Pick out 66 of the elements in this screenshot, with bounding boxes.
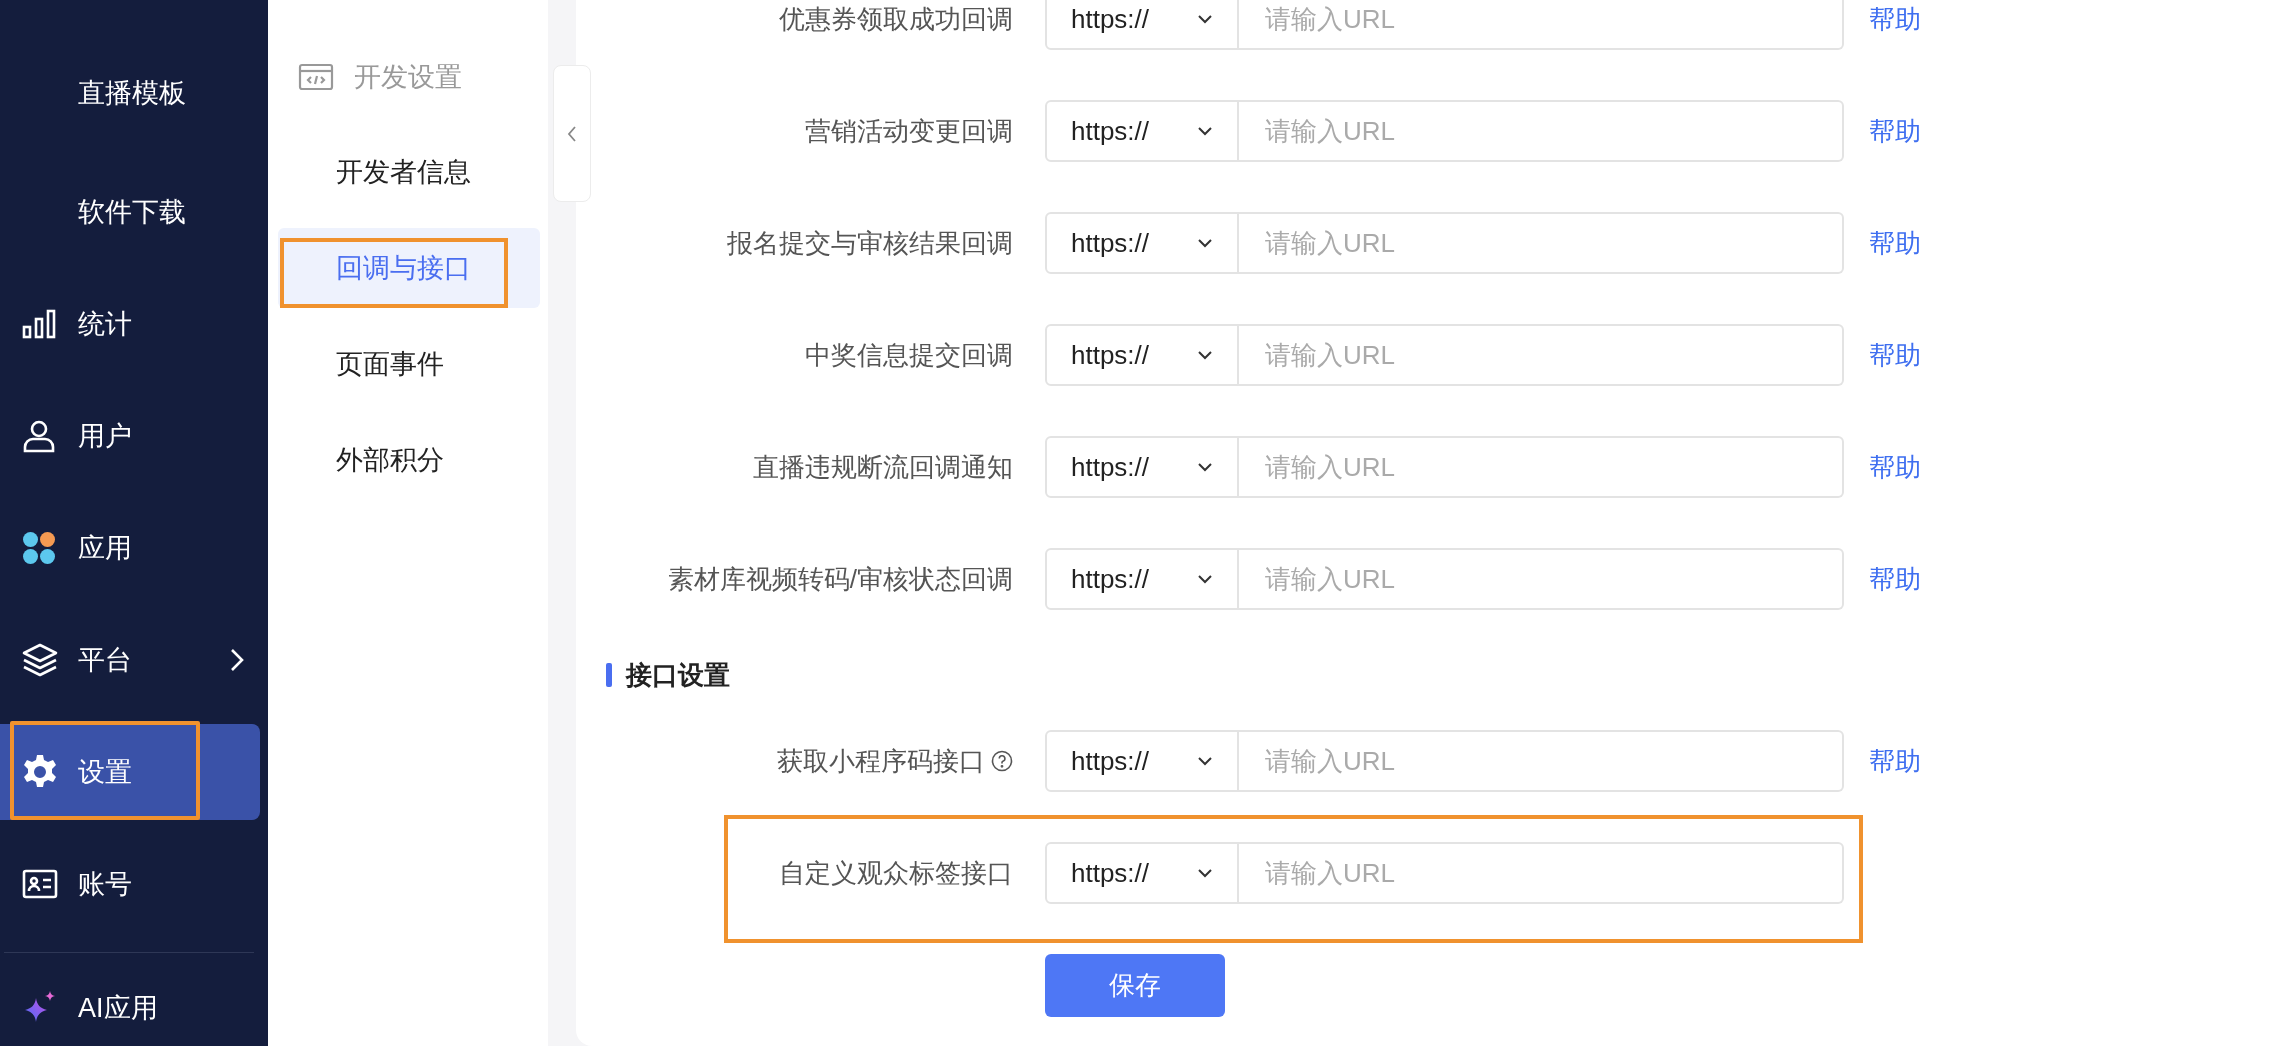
help-link[interactable]: 帮助 — [1869, 225, 1921, 261]
protocol-select[interactable]: https:// — [1045, 324, 1239, 386]
caret-icon — [1197, 574, 1213, 584]
caret-icon — [1197, 238, 1213, 248]
help-link[interactable]: 帮助 — [1869, 449, 1921, 485]
caret-icon — [1197, 350, 1213, 360]
sidebar-item[interactable]: AI应用 — [0, 953, 260, 1046]
sidebar-item[interactable]: 直播模板 — [0, 29, 260, 156]
field-label: 自定义观众标签接口 — [779, 856, 1013, 890]
url-input[interactable]: 请输入URL — [1239, 548, 1844, 610]
subnav-item[interactable]: 页面事件 — [278, 324, 540, 404]
chevron-right-icon — [230, 648, 244, 672]
layers-icon — [22, 643, 58, 677]
help-link[interactable]: 帮助 — [1869, 561, 1921, 597]
field-label: 营销活动变更回调 — [805, 114, 1013, 148]
bar-chart-icon — [22, 309, 56, 339]
protocol-select[interactable]: https:// — [1045, 100, 1239, 162]
settings-icon — [22, 754, 58, 790]
sidebar-item[interactable]: 平台 — [0, 604, 260, 716]
sidebar-item[interactable]: 账号 — [0, 828, 260, 940]
sidebar-item[interactable]: 软件下载 — [0, 156, 260, 268]
protocol-select[interactable]: https:// — [1045, 730, 1239, 792]
field-label: 素材库视频转码/审核状态回调 — [667, 562, 1013, 596]
help-link[interactable]: 帮助 — [1869, 743, 1921, 779]
code-window-icon — [298, 63, 334, 91]
protocol-select[interactable]: https:// — [1045, 548, 1239, 610]
field-label: 中奖信息提交回调 — [805, 338, 1013, 372]
apps-icon — [22, 531, 56, 565]
url-input[interactable]: 请输入URL — [1239, 842, 1844, 904]
user-icon — [22, 419, 56, 453]
sidebar-item[interactable]: 统计 — [0, 268, 260, 380]
field-label: 优惠券领取成功回调 — [779, 2, 1013, 36]
field-label: 获取小程序码接口 — [777, 744, 985, 778]
subnav-title: 开发设置 — [354, 61, 462, 94]
field-label: 直播违规断流回调通知 — [753, 450, 1013, 484]
field-label: 报名提交与审核结果回调 — [727, 226, 1013, 260]
help-link[interactable]: 帮助 — [1869, 337, 1921, 373]
save-button[interactable]: 保存 — [1045, 954, 1225, 1017]
url-input[interactable]: 请输入URL — [1239, 730, 1844, 792]
section-title: 接口设置 — [626, 658, 730, 692]
protocol-select[interactable]: https:// — [1045, 436, 1239, 498]
help-link[interactable]: 帮助 — [1869, 1, 1921, 37]
protocol-select[interactable]: https:// — [1045, 212, 1239, 274]
sidebar-item[interactable]: 应用 — [0, 492, 260, 604]
protocol-select[interactable]: https:// — [1045, 842, 1239, 904]
caret-icon — [1197, 756, 1213, 766]
caret-icon — [1197, 126, 1213, 136]
sidebar-item[interactable]: 设置 — [0, 724, 260, 820]
sidebar-item[interactable]: 用户 — [0, 380, 260, 492]
url-input[interactable]: 请输入URL — [1239, 100, 1844, 162]
url-input[interactable]: 请输入URL — [1239, 324, 1844, 386]
url-input[interactable]: 请输入URL — [1239, 436, 1844, 498]
id-card-icon — [22, 869, 58, 899]
protocol-select[interactable]: https:// — [1045, 0, 1239, 50]
caret-icon — [1197, 462, 1213, 472]
subnav-item[interactable]: 开发者信息 — [278, 132, 540, 212]
subnav-item[interactable]: 外部积分 — [278, 420, 540, 500]
section-marker — [606, 663, 612, 687]
caret-icon — [1197, 868, 1213, 878]
collapse-button[interactable] — [553, 65, 591, 202]
url-input[interactable]: 请输入URL — [1239, 212, 1844, 274]
help-link[interactable]: 帮助 — [1869, 113, 1921, 149]
url-input[interactable]: 请输入URL — [1239, 0, 1844, 50]
caret-icon — [1197, 14, 1213, 24]
subnav-item[interactable]: 回调与接口 — [278, 228, 540, 308]
chevron-left-icon — [567, 124, 577, 143]
